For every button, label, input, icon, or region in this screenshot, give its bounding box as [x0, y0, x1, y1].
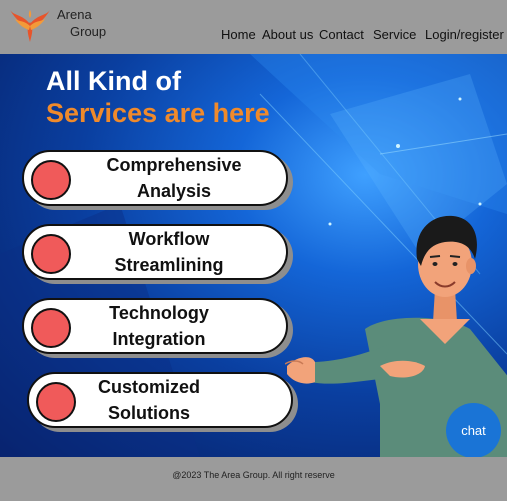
footer: @2023 The Area Group. All right reserve	[0, 457, 507, 501]
service-label-line2: Solutions	[108, 403, 190, 423]
chat-button[interactable]: chat	[446, 403, 501, 457]
copyright-text: @2023 The Area Group. All right reserve	[172, 470, 335, 480]
service-card-workflow-streamlining[interactable]: Workflow Streamlining	[22, 224, 288, 280]
nav-service[interactable]: Service	[373, 27, 416, 42]
service-label-line1: Workflow	[128, 229, 210, 249]
nav-home[interactable]: Home	[221, 27, 256, 42]
hero-title-line1: All Kind of	[46, 66, 181, 96]
service-label-line2: Streamlining	[114, 255, 224, 275]
brand-name-line2: Group	[70, 24, 107, 39]
hero-title-line2: Services are here	[46, 98, 270, 128]
brand-name-line1: Arena	[57, 7, 92, 22]
service-bullet-icon	[31, 308, 71, 348]
service-bullet-icon	[31, 234, 71, 274]
header: Arena Group Home About us Contact Servic…	[0, 0, 507, 54]
service-label-line1: Technology	[109, 303, 209, 323]
service-label-line1: Customized	[97, 377, 200, 397]
service-label-line1: Comprehensive	[106, 155, 242, 175]
nav-contact[interactable]: Contact	[319, 27, 364, 42]
service-bullet-icon	[36, 382, 76, 422]
hero-banner: All Kind of Services are here Comprehens…	[0, 54, 507, 457]
service-card-customized-solutions[interactable]: Customized Solutions	[27, 372, 293, 428]
service-bullet-icon	[31, 160, 71, 200]
nav-about-us[interactable]: About us	[262, 27, 313, 42]
service-card-technology-integration[interactable]: Technology Integration	[22, 298, 288, 354]
service-label-line2: Integration	[112, 329, 206, 349]
nav-login-register[interactable]: Login/register	[425, 27, 504, 42]
service-label-line2: Analysis	[136, 181, 212, 201]
service-card-comprehensive-analysis[interactable]: Comprehensive Analysis	[22, 150, 288, 206]
phoenix-logo-icon	[10, 10, 50, 42]
